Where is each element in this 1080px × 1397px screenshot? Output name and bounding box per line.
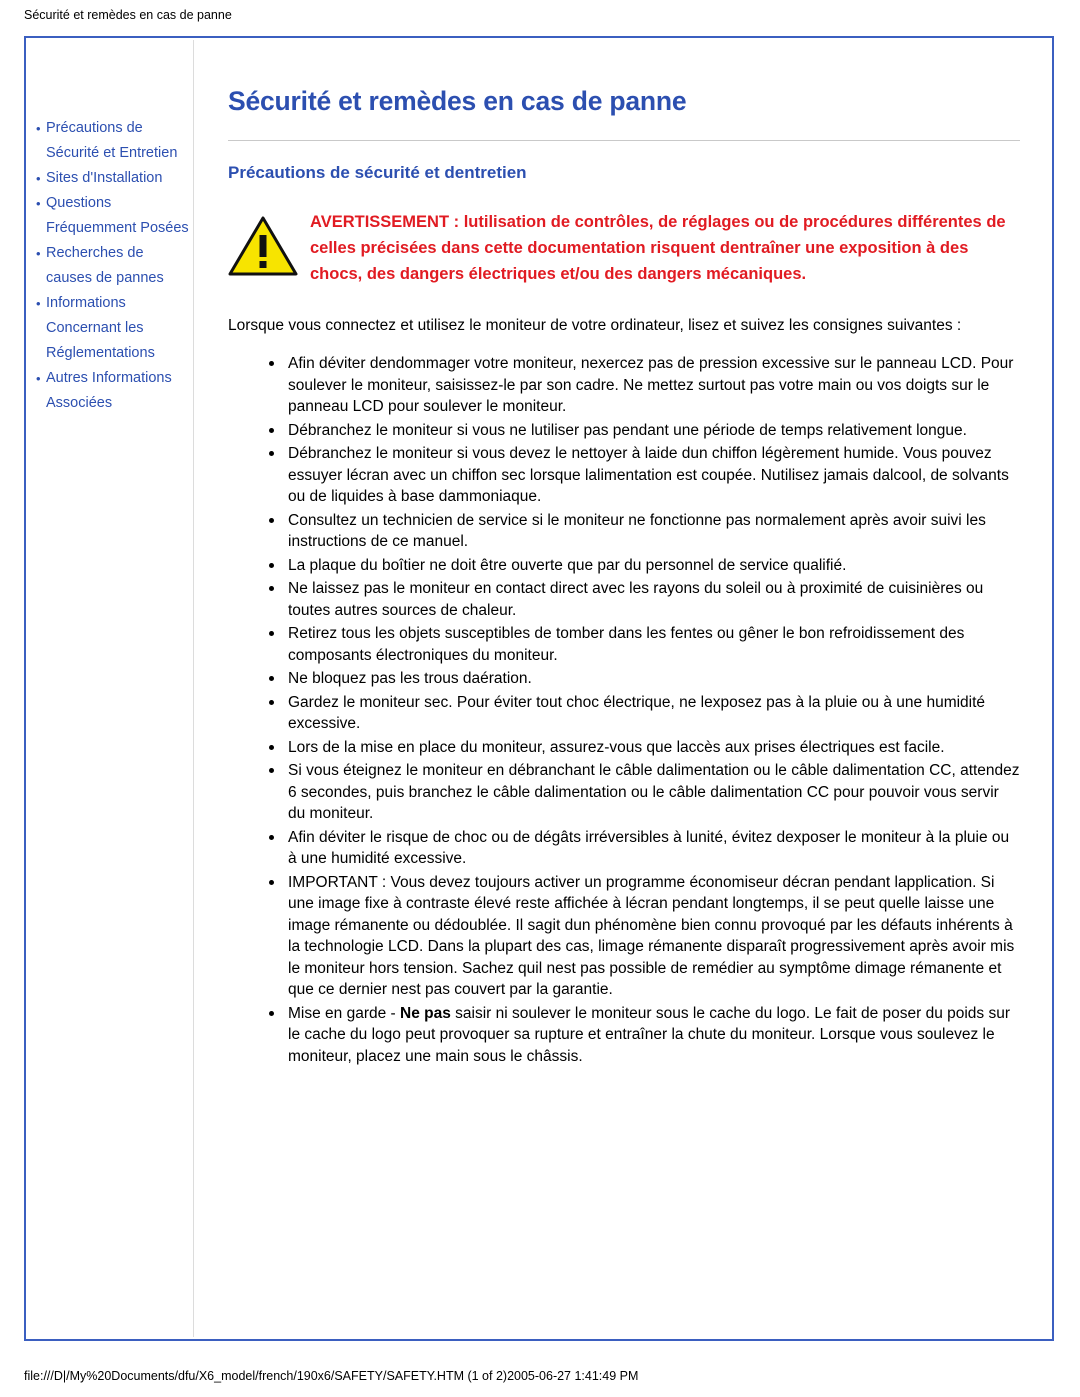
list-item: La plaque du boîtier ne doit être ouvert… <box>269 555 1020 577</box>
bullet-icon: • <box>36 121 41 136</box>
list-item: Gardez le moniteur sec. Pour éviter tout… <box>269 692 1020 735</box>
list-item: IMPORTANT : Vous devez toujours activer … <box>269 872 1020 1001</box>
list-item-emphasis: Ne pas <box>400 1004 451 1022</box>
document-frame: • Précautions de Sécurité et Entretien •… <box>24 36 1054 1341</box>
warning-text: AVERTISSEMENT : lutilisation de contrôle… <box>310 213 1006 283</box>
bullet-icon: • <box>36 246 41 261</box>
sidebar-item-precautions[interactable]: • Précautions de Sécurité et Entretien <box>28 116 193 166</box>
list-item: Ne bloquez pas les trous daération. <box>269 668 1020 690</box>
section-heading: Précautions de sécurité et dentretien <box>228 163 527 182</box>
sidebar-item-troubleshooting[interactable]: • Recherches de causes de pannes <box>28 241 193 291</box>
list-item: Débranchez le moniteur si vous ne lutili… <box>269 420 1020 442</box>
sidebar-item-label: Autres Informations Associées <box>46 370 172 411</box>
list-item: Si vous éteignez le moniteur en débranch… <box>269 760 1020 825</box>
list-item-prefix: Mise en garde - <box>288 1004 400 1022</box>
bullet-icon: • <box>36 171 41 186</box>
sidebar-item-other-info[interactable]: • Autres Informations Associées <box>28 366 193 416</box>
list-item: Afin déviter le risque de choc ou de dég… <box>269 827 1020 870</box>
main-content: Sécurité et remèdes en cas de panne Préc… <box>194 40 1050 1337</box>
sidebar-item-label: Sites d'Installation <box>46 170 163 186</box>
bullet-icon: • <box>36 296 41 311</box>
safety-bullet-list: Afin déviter dendommager votre moniteur,… <box>228 353 1020 1067</box>
list-item: Afin déviter dendommager votre moniteur,… <box>269 353 1020 418</box>
list-item: Débranchez le moniteur si vous devez le … <box>269 443 1020 508</box>
title-divider <box>228 140 1020 141</box>
page-footer-path: file:///D|/My%20Documents/dfu/X6_model/f… <box>24 1369 639 1383</box>
sidebar-item-faq[interactable]: • Questions Fréquemment Posées <box>28 191 193 241</box>
sidebar-item-label: Précautions de Sécurité et Entretien <box>46 120 178 161</box>
intro-paragraph: Lorsque vous connectez et utilisez le mo… <box>228 317 962 334</box>
warning-block: AVERTISSEMENT : lutilisation de contrôle… <box>228 209 1020 287</box>
document-inner: • Précautions de Sécurité et Entretien •… <box>28 40 1050 1337</box>
list-item: Ne laissez pas le moniteur en contact di… <box>269 578 1020 621</box>
sidebar-item-label: Recherches de causes de pannes <box>46 245 164 286</box>
page-title: Sécurité et remèdes en cas de panne <box>228 86 687 116</box>
sidebar-item-label: Informations Concernant les Réglementati… <box>46 295 155 361</box>
list-item: Lors de la mise en place du moniteur, as… <box>269 737 1020 759</box>
list-item: Retirez tous les objets susceptibles de … <box>269 623 1020 666</box>
warning-triangle-icon <box>228 209 302 282</box>
sidebar-item-sites-installation[interactable]: • Sites d'Installation <box>28 166 193 191</box>
sidebar-navigation: • Précautions de Sécurité et Entretien •… <box>28 40 194 1337</box>
bullet-icon: • <box>36 371 41 386</box>
sidebar-item-regulatory[interactable]: • Informations Concernant les Réglementa… <box>28 291 193 366</box>
page-header-title: Sécurité et remèdes en cas de panne <box>24 8 232 22</box>
list-item-warning-logo: Mise en garde - Ne pas saisir ni souleve… <box>269 1003 1020 1068</box>
sidebar-item-label: Questions Fréquemment Posées <box>46 195 189 236</box>
bullet-icon: • <box>36 196 41 211</box>
list-item: Consultez un technicien de service si le… <box>269 510 1020 553</box>
